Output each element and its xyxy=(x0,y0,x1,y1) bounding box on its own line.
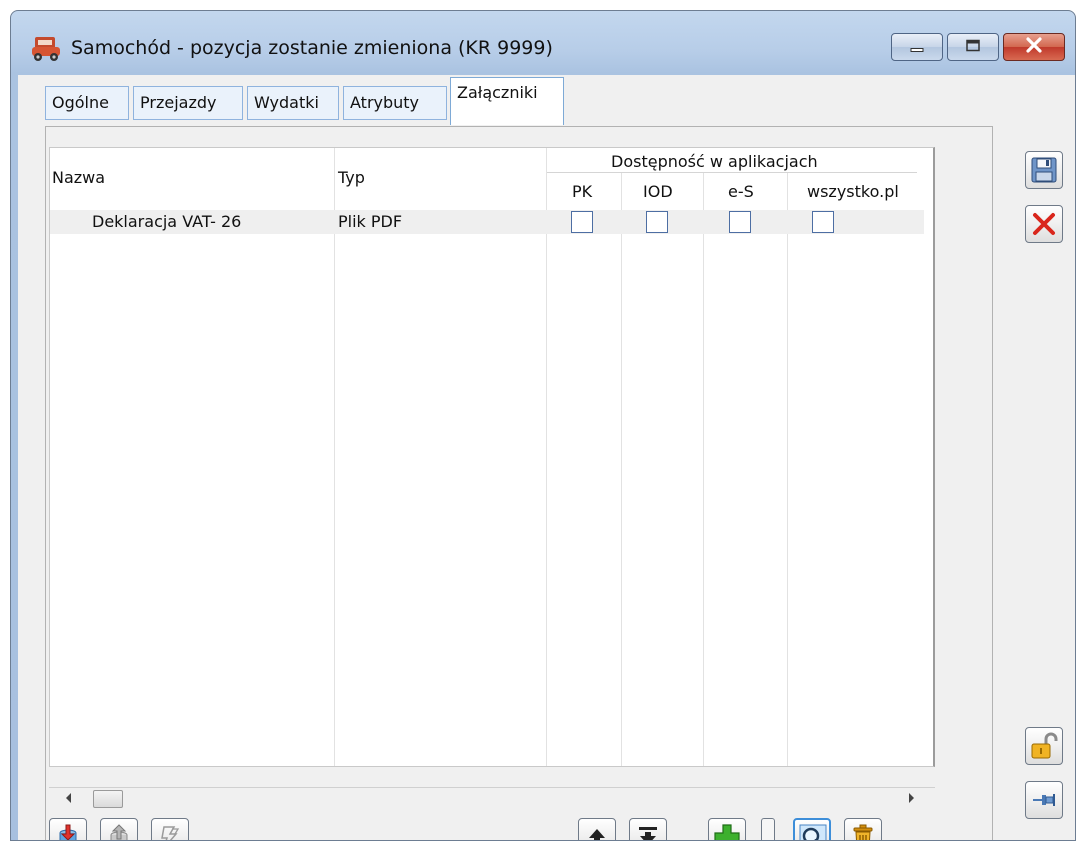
dropdown-icon xyxy=(764,833,774,840)
pin-button[interactable] xyxy=(1025,781,1063,819)
tab-label: Załączniki xyxy=(457,83,538,102)
move-down-button[interactable] xyxy=(629,818,667,840)
lock-button[interactable] xyxy=(1025,727,1063,765)
scroll-right-icon[interactable] xyxy=(907,790,917,810)
minimize-icon xyxy=(909,38,925,57)
dialog-client: Ogólne Przejazdy Wydatki Atrybuty Załącz… xyxy=(18,75,1075,840)
tab-wydatki[interactable]: Wydatki xyxy=(247,86,339,120)
checkbox-pk[interactable] xyxy=(571,211,593,233)
close-button[interactable] xyxy=(1003,33,1065,61)
column-header-nazwa[interactable]: Nazwa xyxy=(52,168,105,187)
checkbox-es[interactable] xyxy=(729,211,751,233)
export-button[interactable] xyxy=(100,818,138,840)
cancel-button[interactable] xyxy=(1025,205,1063,243)
column-divider xyxy=(621,173,622,766)
column-divider xyxy=(787,173,788,766)
attachments-grid[interactable]: Nazwa Typ Dostępność w aplikacjach PK IO… xyxy=(49,147,935,767)
column-divider xyxy=(334,148,335,766)
horizontal-scrollbar[interactable] xyxy=(49,787,935,808)
tab-przejazdy[interactable]: Przejazdy xyxy=(133,86,243,120)
tab-zalaczniki[interactable]: Załączniki xyxy=(450,77,564,125)
delete-button[interactable] xyxy=(844,818,882,840)
add-button[interactable] xyxy=(708,818,746,840)
group-header-line xyxy=(547,172,917,173)
window-title: Samochód - pozycja zostanie zmieniona (K… xyxy=(71,37,553,59)
scroll-left-icon[interactable] xyxy=(63,790,73,810)
tab-strip: Ogólne Przejazdy Wydatki Atrybuty Załącz… xyxy=(18,75,818,129)
column-divider xyxy=(703,173,704,766)
restore-button[interactable] xyxy=(947,33,999,61)
column-header-typ[interactable]: Typ xyxy=(338,168,365,187)
tab-ogolne[interactable]: Ogólne xyxy=(45,86,129,120)
close-icon xyxy=(1025,37,1043,57)
column-header-es[interactable]: e-S xyxy=(728,182,754,201)
move-up-button[interactable] xyxy=(578,818,616,840)
import-button[interactable] xyxy=(49,818,87,840)
column-header-pk[interactable]: PK xyxy=(572,182,592,201)
dialog-window: Samochód - pozycja zostanie zmieniona (K… xyxy=(10,10,1076,841)
tab-label: Przejazdy xyxy=(140,93,217,112)
column-header-wszystko[interactable]: wszystko.pl xyxy=(807,182,899,201)
column-divider xyxy=(546,148,547,766)
car-icon xyxy=(29,31,63,65)
scrollbar-thumb[interactable] xyxy=(93,790,123,808)
tab-atrybuty[interactable]: Atrybuty xyxy=(343,86,447,120)
tab-label: Atrybuty xyxy=(350,93,420,112)
preview-button[interactable] xyxy=(793,818,831,840)
tab-label: Wydatki xyxy=(254,93,319,112)
column-header-iod[interactable]: IOD xyxy=(643,182,673,201)
checkbox-iod[interactable] xyxy=(646,211,668,233)
minimize-button[interactable] xyxy=(891,33,943,61)
tab-label: Ogólne xyxy=(52,93,109,112)
cell-nazwa: Deklaracja VAT- 26 xyxy=(92,212,242,231)
save-button[interactable] xyxy=(1025,151,1063,189)
title-bar[interactable]: Samochód - pozycja zostanie zmieniona (K… xyxy=(11,11,1075,75)
flash-button[interactable] xyxy=(151,818,189,840)
cell-typ: Plik PDF xyxy=(338,212,403,231)
restore-icon xyxy=(965,38,981,57)
checkbox-wszystko[interactable] xyxy=(812,211,834,233)
add-dropdown-button[interactable] xyxy=(761,818,775,840)
column-group-header: Dostępność w aplikacjach xyxy=(611,152,818,171)
